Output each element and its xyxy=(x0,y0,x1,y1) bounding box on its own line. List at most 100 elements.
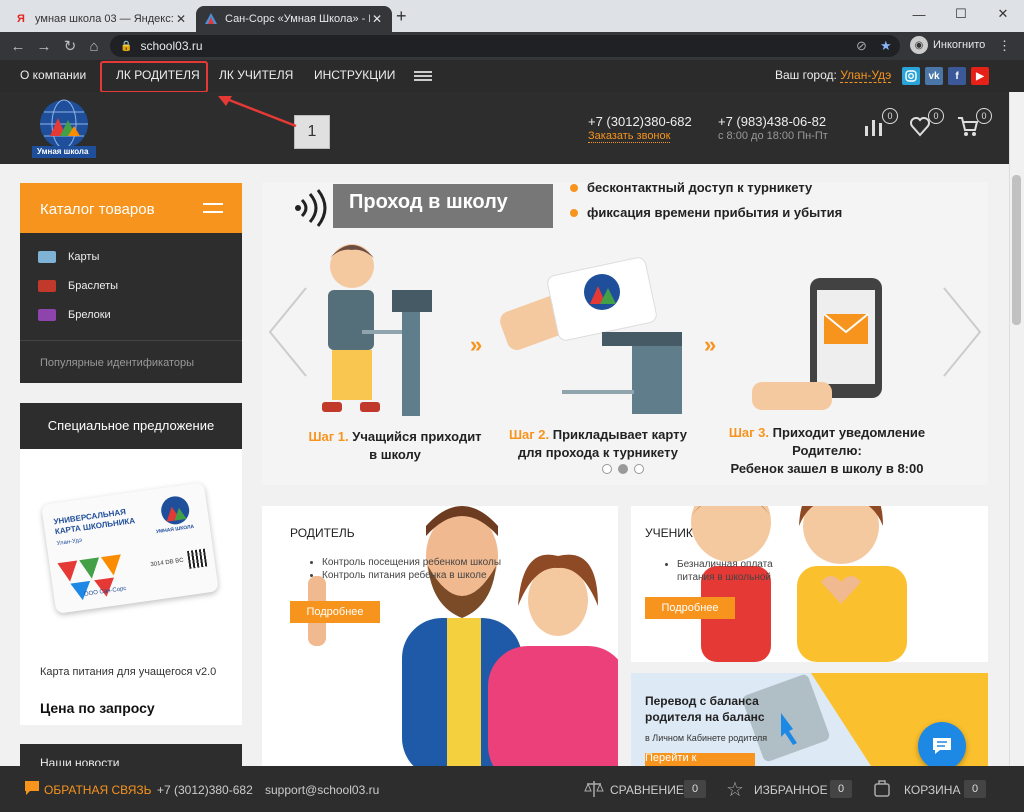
working-hours: с 8:00 до 18:00 Пн-Пт xyxy=(718,130,828,142)
incognito-label: Инкогнито xyxy=(933,39,986,51)
card-text: УНИВЕРСАЛЬНАЯ КАРТА ШКОЛЬНИКА xyxy=(52,507,136,537)
parent-illustration xyxy=(308,506,618,766)
minimize-window-button[interactable]: — xyxy=(898,0,940,28)
cart-count-badge: 0 xyxy=(976,108,992,124)
slider-dot[interactable] xyxy=(634,464,644,474)
product-card-image[interactable]: УНИВЕРСАЛЬНАЯ КАРТА ШКОЛЬНИКА Улан-Удэ У… xyxy=(41,482,219,614)
keyfob-icon xyxy=(38,309,56,321)
close-tab-icon[interactable]: ✕ xyxy=(174,12,188,26)
chevron-right-icon: » xyxy=(470,332,483,357)
transfer-instructions-button[interactable]: Перейти к инструкции xyxy=(645,752,755,766)
compare-header-icon[interactable]: 0 xyxy=(862,108,898,144)
site-logo[interactable]: Умная школа xyxy=(28,96,100,160)
catalog-item-keyfobs[interactable]: Брелоки xyxy=(38,309,111,321)
catalog-item-label: Карты xyxy=(68,251,100,263)
product-price: Цена по запросу xyxy=(40,700,155,716)
address-bar[interactable]: 🔒 school03.ru xyxy=(110,35,900,57)
catalog-item-bracelets[interactable]: Браслеты xyxy=(38,280,118,292)
slider-dots xyxy=(602,464,644,474)
slider-prev-button[interactable] xyxy=(262,290,302,380)
close-tab-icon[interactable]: ✕ xyxy=(370,12,384,26)
student-more-button[interactable]: Подробнее xyxy=(645,597,735,619)
catalog-menu-icon[interactable] xyxy=(203,203,223,213)
youtube-icon[interactable]: ▶ xyxy=(971,67,989,85)
promo-transfer-title: Перевод с баланса родителя на баланс xyxy=(645,694,765,724)
browser-tab-yandex[interactable]: Я умная школа 03 — Яндекс: наш ✕ xyxy=(6,6,196,32)
facebook-icon[interactable]: f xyxy=(948,67,966,85)
footer-compare[interactable]: СРАВНЕНИЕ xyxy=(610,783,684,797)
cart-count: 0 xyxy=(964,780,986,798)
browser-tab-school03[interactable]: Сан-Сорс «Умная Школа» - Без ✕ xyxy=(196,6,392,32)
phone-primary[interactable]: +7 (3012)380-682 xyxy=(588,114,692,129)
site-header xyxy=(0,92,1009,164)
promo-parent-title: РОДИТЕЛЬ xyxy=(290,526,355,540)
feedback-icon xyxy=(25,781,39,795)
parent-more-button[interactable]: Подробнее xyxy=(290,601,380,623)
slider-dot[interactable] xyxy=(602,464,612,474)
slide-step-1: Шаг 1. Учащийся приходит в школу xyxy=(308,429,482,462)
catalog-title: Каталог товаров xyxy=(40,201,155,218)
feedback-link[interactable]: ОБРАТНАЯ СВЯЗЬ xyxy=(44,783,152,797)
card-icon xyxy=(38,251,56,263)
product-name[interactable]: Карта питания для учащегося v2.0 xyxy=(40,666,216,678)
tab-title: умная школа 03 — Яндекс: наш xyxy=(35,13,174,25)
chat-icon xyxy=(933,738,951,754)
footer-favorites[interactable]: ИЗБРАННОЕ xyxy=(754,783,828,797)
popular-identifiers-link[interactable]: Популярные идентификаторы xyxy=(40,357,194,369)
footer-phone[interactable]: +7 (3012)380-682 xyxy=(157,783,253,797)
favorites-count-badge: 0 xyxy=(928,108,944,124)
compare-count-badge: 0 xyxy=(882,108,898,124)
catalog-item-cards[interactable]: Карты xyxy=(38,251,99,263)
close-window-button[interactable]: ✕ xyxy=(982,0,1024,28)
promo-parent-list: Контроль посещения ребенком школы Контро… xyxy=(308,556,508,582)
annotation-step-label: 1 xyxy=(294,115,330,149)
nav-instructions[interactable]: ИНСТРУКЦИИ xyxy=(314,68,395,82)
promo-student[interactable]: УЧЕНИК Безналичная оплата питания в школ… xyxy=(631,506,988,662)
cart-header-icon[interactable]: 0 xyxy=(956,108,992,144)
star-outline-icon: ☆ xyxy=(726,779,744,801)
chat-button[interactable] xyxy=(918,722,966,770)
favorites-header-icon[interactable]: 0 xyxy=(908,108,944,144)
back-icon[interactable]: ← xyxy=(8,36,28,56)
list-item: Контроль посещения ребенком школы xyxy=(322,556,508,569)
callback-link[interactable]: Заказать звонок xyxy=(588,130,671,143)
home-icon[interactable]: ⌂ xyxy=(84,36,104,56)
card-city: Улан-Удэ xyxy=(56,537,83,548)
catalog-item-label: Браслеты xyxy=(68,280,119,292)
phone-secondary[interactable]: +7 (983)438-06-82 xyxy=(718,114,826,129)
forward-icon[interactable]: → xyxy=(34,36,54,56)
footer-cart[interactable]: КОРЗИНА xyxy=(904,783,960,797)
slide-step-3: Шаг 3. Приходит уведомление Родителю: Ребе… xyxy=(728,425,926,476)
star-icon[interactable]: ★ xyxy=(880,38,892,54)
footer-email[interactable]: support@school03.ru xyxy=(265,783,379,797)
favorites-count: 0 xyxy=(830,780,852,798)
nav-teacher-cabinet[interactable]: ЛК УЧИТЕЛЯ xyxy=(219,68,293,82)
incognito-icon: ◉ xyxy=(910,36,928,54)
eye-off-icon[interactable]: ⊘ xyxy=(856,38,867,54)
slide-bullet: бесконтактный доступ к турникету xyxy=(570,180,812,195)
slider-next-button[interactable] xyxy=(946,290,986,380)
logo-text: Умная школа xyxy=(37,147,89,156)
qr-code-icon xyxy=(186,548,208,569)
new-tab-button[interactable]: + xyxy=(396,6,407,27)
special-offer-header: Специальное предложение xyxy=(20,403,242,449)
promo-parent[interactable]: РОДИТЕЛЬ Контроль посещения ребенком шко… xyxy=(262,506,618,766)
incognito-badge[interactable]: ◉ Инкогнито xyxy=(910,36,985,54)
browser-toolbar: ← → ↻ ⌂ 🔒 school03.ru ⊘ ★ ◉ Инкогнито ⋮ xyxy=(0,32,1024,60)
city-value[interactable]: Улан-Удэ xyxy=(840,68,892,83)
nav-about[interactable]: О компании xyxy=(20,68,86,82)
maximize-window-button[interactable]: ☐ xyxy=(940,0,982,28)
lock-icon: 🔒 xyxy=(120,40,133,52)
slider-dot-active[interactable] xyxy=(618,464,628,474)
hamburger-menu-icon[interactable] xyxy=(414,71,432,81)
city-selector[interactable]: Ваш город: Улан-Удэ xyxy=(775,68,892,83)
instagram-icon[interactable] xyxy=(902,67,920,85)
vk-icon[interactable]: vk xyxy=(925,67,943,85)
slide-title: Проход в школу xyxy=(333,184,553,228)
scrollbar-thumb[interactable] xyxy=(1012,175,1021,325)
yandex-icon: Я xyxy=(17,13,25,25)
card-number: 3014 DB BC xyxy=(150,557,185,569)
reload-icon[interactable]: ↻ xyxy=(60,36,80,56)
menu-dots-icon[interactable]: ⋮ xyxy=(998,38,1011,54)
catalog-item-label: Брелоки xyxy=(68,309,111,321)
